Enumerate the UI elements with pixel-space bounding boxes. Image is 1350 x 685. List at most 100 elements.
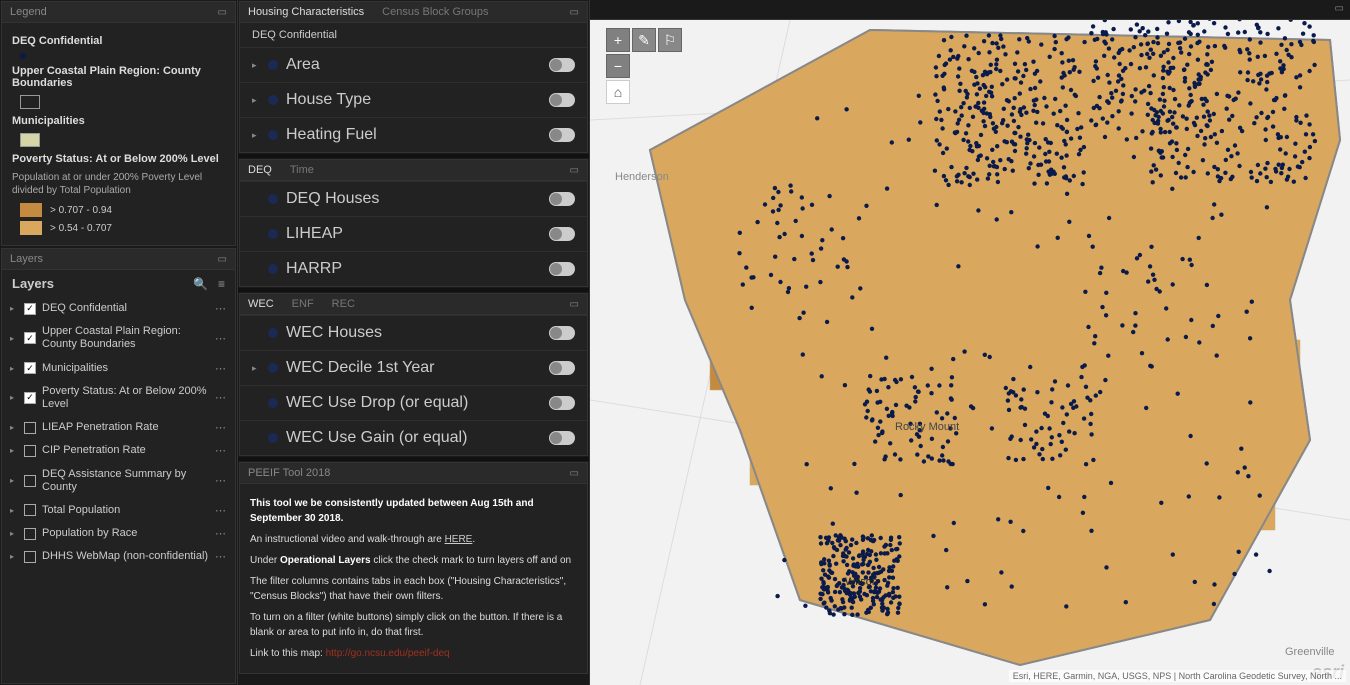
map-link[interactable]: http://go.ncsu.edu/peeif-deq <box>326 648 450 659</box>
filter-toggle[interactable] <box>549 262 575 276</box>
ramp-label: > 0.707 - 0.94 <box>50 205 112 216</box>
filter-toggle[interactable] <box>549 361 575 375</box>
layer-menu-icon[interactable]: ⋯ <box>215 504 227 517</box>
filter-item: ▸ WEC Decile 1st Year <box>240 350 587 385</box>
chevron-right-icon[interactable]: ▸ <box>10 446 18 455</box>
chevron-right-icon[interactable]: ▸ <box>10 506 18 515</box>
layer-checkbox[interactable] <box>24 332 36 344</box>
layer-menu-icon[interactable]: ⋯ <box>215 527 227 540</box>
layer-row[interactable]: ▸Municipalities⋯ <box>2 357 235 380</box>
zoom-in-button[interactable]: + <box>606 28 630 52</box>
layer-row[interactable]: ▸Poverty Status: At or Below 200% Level⋯ <box>2 380 235 416</box>
left-column: Legend ▭ DEQ Confidential Upper Coastal … <box>0 0 238 685</box>
zoom-out-button[interactable]: − <box>606 54 630 78</box>
panel-collapse-icon[interactable]: ▭ <box>570 7 579 18</box>
layer-menu-icon[interactable]: ⋯ <box>215 444 227 457</box>
legend-collapse-icon[interactable]: ▭ <box>218 7 227 18</box>
layers-collapse-icon[interactable]: ▭ <box>218 254 227 265</box>
chevron-right-icon[interactable]: ▸ <box>10 364 18 373</box>
chevron-right-icon[interactable]: ▸ <box>10 304 18 313</box>
filter-toggle[interactable] <box>549 396 575 410</box>
layer-checkbox[interactable] <box>24 392 36 404</box>
map-svg[interactable]: Henderson Rocky Mount Wilson Greenville <box>590 0 1350 685</box>
layer-menu-icon[interactable]: ⋯ <box>215 332 227 345</box>
tab-rec[interactable]: REC <box>332 298 355 310</box>
layer-row[interactable]: ▸DEQ Confidential⋯ <box>2 297 235 320</box>
filter-item: HARRP <box>240 251 587 286</box>
chevron-right-icon[interactable]: ▸ <box>252 95 260 106</box>
layer-menu-icon[interactable]: ⋯ <box>215 550 227 563</box>
layers-title-bar: Layers 🔍 ≡ <box>2 270 235 297</box>
instructional-link[interactable]: HERE <box>445 534 473 545</box>
filter-toggle[interactable] <box>549 192 575 206</box>
info-panel: PEEIF Tool 2018 ▭ This tool we be consis… <box>239 462 588 674</box>
layer-menu-icon[interactable]: ⋯ <box>215 302 227 315</box>
layer-row[interactable]: ▸Total Population⋯ <box>2 499 235 522</box>
filter-dot-icon <box>268 328 278 338</box>
tab-deq[interactable]: DEQ <box>248 164 272 176</box>
chevron-right-icon[interactable]: ▸ <box>10 552 18 561</box>
panel-collapse-icon[interactable]: ▭ <box>570 468 579 479</box>
layer-checkbox[interactable] <box>24 504 36 516</box>
chevron-right-icon[interactable]: ▸ <box>252 130 260 141</box>
layer-row[interactable]: ▸Population by Race⋯ <box>2 522 235 545</box>
layer-menu-icon[interactable]: ⋯ <box>215 362 227 375</box>
filter-label: WEC Use Gain (or equal) <box>286 429 467 447</box>
chevron-right-icon[interactable]: ▸ <box>10 334 18 343</box>
legend-header: Legend ▭ <box>2 2 235 23</box>
filter-column: Housing Characteristics Census Block Gro… <box>238 0 590 685</box>
layer-row[interactable]: ▸DHHS WebMap (non-confidential)⋯ <box>2 545 235 568</box>
filter-item: WEC Use Drop (or equal) <box>240 385 587 420</box>
layer-menu-icon[interactable]: ⋯ <box>215 474 227 487</box>
layer-checkbox[interactable] <box>24 551 36 563</box>
home-button[interactable]: ⌂ <box>606 80 630 104</box>
layer-menu-icon[interactable]: ⋯ <box>215 421 227 434</box>
map-collapse-icon[interactable]: ▭ <box>1335 3 1344 14</box>
info-line6: Link to this map: http://go.ncsu.edu/pee… <box>250 646 577 661</box>
layer-row[interactable]: ▸CIP Penetration Rate⋯ <box>2 439 235 462</box>
filter-toggle[interactable] <box>549 431 575 445</box>
chevron-right-icon[interactable]: ▸ <box>252 363 260 374</box>
legend-section-subtitle: Population at or under 200% Poverty Leve… <box>12 171 225 197</box>
panel-collapse-icon[interactable]: ▭ <box>570 165 579 176</box>
layer-checkbox[interactable] <box>24 362 36 374</box>
chevron-right-icon[interactable]: ▸ <box>10 476 18 485</box>
filter-label: WEC Decile 1st Year <box>286 359 435 377</box>
filter-toggle[interactable] <box>549 58 575 72</box>
tab-census-block-groups[interactable]: Census Block Groups <box>382 6 488 18</box>
legend-ramp-row: > 0.54 - 0.707 <box>20 221 225 235</box>
tab-wec[interactable]: WEC <box>248 298 274 310</box>
chevron-right-icon[interactable]: ▸ <box>10 529 18 538</box>
layer-row[interactable]: ▸LIEAP Penetration Rate⋯ <box>2 416 235 439</box>
tab-enf[interactable]: ENF <box>292 298 314 310</box>
filter-toggle[interactable] <box>549 93 575 107</box>
layer-checkbox[interactable] <box>24 422 36 434</box>
tab-housing-characteristics[interactable]: Housing Characteristics <box>248 6 364 18</box>
filter-label: House Type <box>286 91 371 109</box>
map-view[interactable]: ▭ <box>590 0 1350 685</box>
chevron-right-icon[interactable]: ▸ <box>10 393 18 402</box>
layer-checkbox[interactable] <box>24 475 36 487</box>
filter-icon[interactable]: ≡ <box>218 277 225 291</box>
filter-label: WEC Houses <box>286 324 382 342</box>
filter-toggle[interactable] <box>549 326 575 340</box>
chevron-right-icon[interactable]: ▸ <box>252 60 260 71</box>
filter-dot-icon <box>268 363 278 373</box>
filter-dot-icon <box>268 60 278 70</box>
search-icon[interactable]: 🔍 <box>193 277 208 291</box>
bookmark-button[interactable]: ⚐ <box>658 28 682 52</box>
panel-collapse-icon[interactable]: ▭ <box>570 299 579 310</box>
measure-button[interactable]: ✎ <box>632 28 656 52</box>
layer-menu-icon[interactable]: ⋯ <box>215 391 227 404</box>
layer-row[interactable]: ▸DEQ Assistance Summary by County⋯ <box>2 463 235 499</box>
tab-time[interactable]: Time <box>290 164 314 176</box>
layer-checkbox[interactable] <box>24 528 36 540</box>
info-line1: This tool we be consistently updated bet… <box>250 498 534 524</box>
chevron-right-icon[interactable]: ▸ <box>10 423 18 432</box>
filter-toggle[interactable] <box>549 128 575 142</box>
layer-checkbox[interactable] <box>24 445 36 457</box>
layer-row[interactable]: ▸Upper Coastal Plain Region: County Boun… <box>2 320 235 356</box>
layer-checkbox[interactable] <box>24 303 36 315</box>
legend-swatch-dot <box>20 53 225 59</box>
filter-toggle[interactable] <box>549 227 575 241</box>
